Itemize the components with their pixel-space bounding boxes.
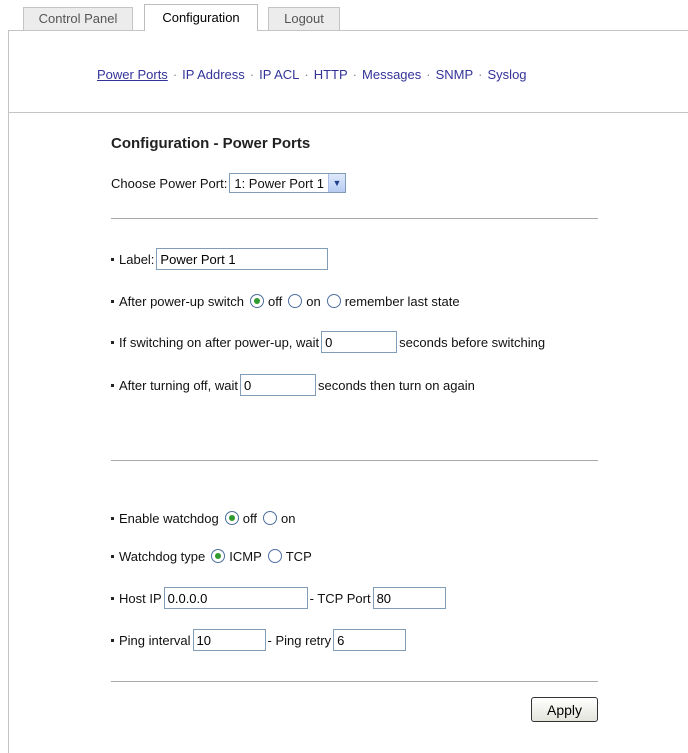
powerup-remember-label: remember last state	[344, 293, 460, 309]
subnav-separator: ·	[304, 67, 309, 82]
section-divider	[111, 681, 598, 682]
wait-off-label: After turning off, wait	[119, 377, 238, 393]
wd-type-tcp-label: TCP	[285, 548, 312, 564]
watchdog-label: Enable watchdog	[119, 510, 219, 526]
bullet-icon	[111, 638, 114, 642]
subnav-snmp[interactable]: SNMP	[436, 67, 474, 82]
subnav-separator: ·	[249, 67, 255, 82]
tcp-port-input[interactable]	[372, 587, 446, 609]
subnav-ip-address[interactable]: IP Address	[182, 67, 245, 82]
label-field-label: Label:	[119, 251, 155, 267]
ping-retry-input[interactable]	[333, 629, 407, 651]
subnav-syslog[interactable]: Syslog	[488, 67, 527, 82]
subnav-separator: ·	[478, 67, 483, 82]
bullet-icon	[111, 554, 114, 558]
page-title: Configuration - Power Ports	[111, 135, 311, 152]
subnav-divider	[8, 112, 688, 113]
watchdog-row: Enable watchdog off on	[111, 509, 295, 527]
watchdog-off-label: off	[242, 510, 257, 526]
ping-interval-input[interactable]	[192, 629, 266, 651]
ping-interval-label: Ping interval	[119, 632, 191, 648]
chevron-down-icon[interactable]: ▼	[327, 174, 345, 192]
choose-port-label: Choose Power Port:	[111, 175, 228, 191]
bullet-icon	[111, 596, 114, 600]
section-divider	[111, 460, 598, 461]
powerup-label: After power-up switch	[119, 293, 244, 309]
power-port-select[interactable]: 1: Power Port 1 ▼	[229, 173, 346, 193]
host-ip-label: Host IP	[119, 590, 162, 606]
powerup-remember-radio[interactable]	[326, 294, 341, 308]
wd-type-tcp-radio[interactable]	[267, 549, 282, 563]
subnav-separator: ·	[172, 67, 178, 82]
watchdog-on-radio[interactable]	[262, 511, 277, 525]
watchdog-off-radio[interactable]	[224, 511, 239, 525]
powerup-off-label: off	[268, 293, 283, 309]
bullet-icon	[111, 299, 114, 303]
wait-off-row: After turning off, wait seconds then tur…	[111, 374, 475, 396]
wd-type-label: Watchdog type	[119, 548, 206, 564]
wait-on-label: If switching on after power-up, wait	[119, 334, 320, 350]
tab-bar: Control Panel Configuration Logout	[0, 0, 688, 31]
bullet-icon	[111, 516, 114, 520]
subnav-power-ports[interactable]: Power Ports	[97, 67, 168, 82]
wait-off-suffix: seconds then turn on again	[318, 377, 475, 393]
subnav-http[interactable]: HTTP	[314, 67, 348, 82]
ping-row: Ping interval - Ping retry	[111, 629, 408, 651]
section-divider	[111, 218, 598, 219]
subnav-messages[interactable]: Messages	[362, 67, 421, 82]
subnav-separator: ·	[352, 67, 358, 82]
tab-logout[interactable]: Logout	[268, 7, 340, 30]
power-port-select-value: 1: Power Port 1	[234, 175, 324, 191]
wd-type-icmp-label: ICMP	[229, 548, 262, 564]
wait-on-suffix: seconds before switching	[399, 334, 546, 350]
tcp-port-label: - TCP Port	[309, 590, 371, 606]
host-ip-input[interactable]	[163, 587, 308, 609]
bullet-icon	[111, 383, 114, 387]
wait-on-input[interactable]	[321, 331, 398, 353]
tab-control-panel[interactable]: Control Panel	[23, 7, 133, 30]
subnav-separator: ·	[426, 67, 431, 82]
bullet-icon	[111, 340, 114, 344]
tab-configuration[interactable]: Configuration	[144, 4, 258, 31]
host-row: Host IP - TCP Port	[111, 587, 448, 609]
powerup-row: After power-up switch off on remember la…	[111, 292, 460, 310]
ping-retry-label: - Ping retry	[267, 632, 332, 648]
watchdog-on-label: on	[280, 510, 296, 526]
choose-port-row: Choose Power Port: 1: Power Port 1 ▼	[111, 173, 346, 193]
powerup-off-radio[interactable]	[250, 294, 264, 308]
powerup-on-label: on	[306, 293, 321, 309]
wd-type-icmp-radio[interactable]	[211, 549, 226, 563]
wd-type-row: Watchdog type ICMP TCP	[111, 547, 312, 565]
wait-off-input[interactable]	[240, 374, 316, 396]
bullet-icon	[111, 257, 114, 261]
wait-on-row: If switching on after power-up, wait sec…	[111, 331, 545, 353]
powerup-on-radio[interactable]	[288, 294, 303, 308]
apply-button[interactable]: Apply	[531, 697, 598, 722]
subnav-ip-acl[interactable]: IP ACL	[259, 67, 299, 82]
label-input[interactable]	[156, 248, 329, 270]
subnav: Power Ports · IP Address · IP ACL · HTTP · Messa…	[0, 30, 688, 112]
label-row: Label:	[111, 248, 330, 270]
